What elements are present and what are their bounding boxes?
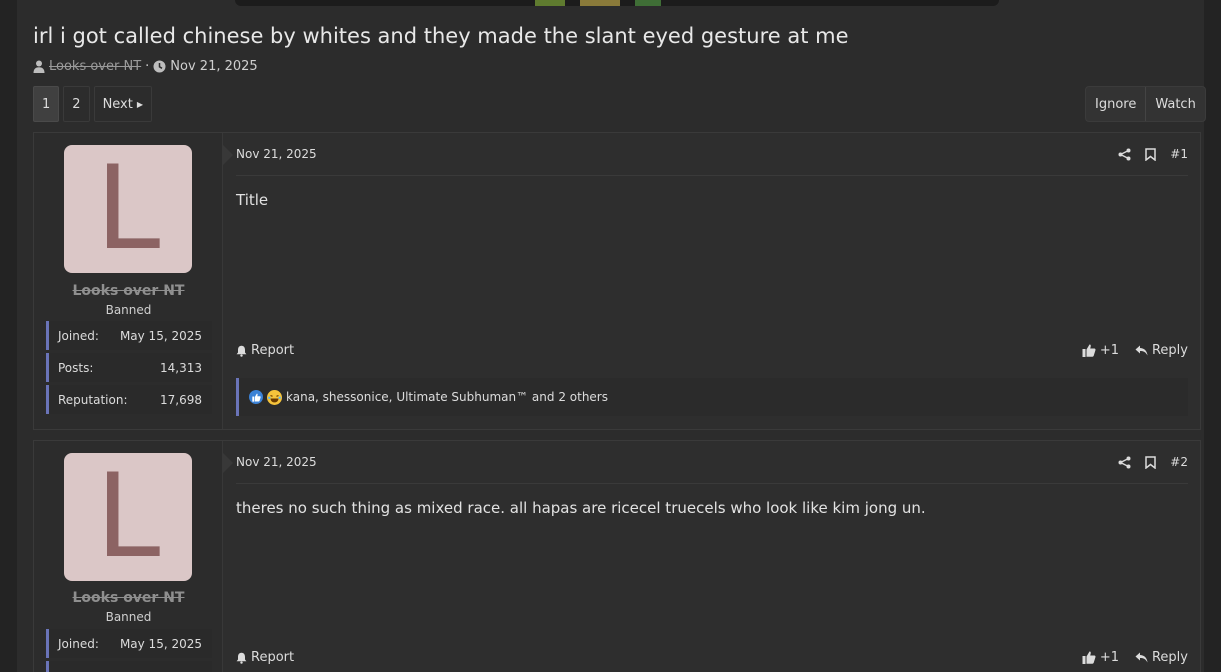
- avatar[interactable]: L: [64, 145, 192, 273]
- page-gutter-left: [0, 0, 17, 672]
- thread-date[interactable]: Nov 21, 2025: [170, 59, 257, 74]
- stat-reputation: Reputation: 17,698: [46, 385, 212, 414]
- bell-icon: [236, 345, 247, 357]
- reply-icon: [1135, 345, 1148, 356]
- report-label: Report: [251, 343, 295, 358]
- post-number-link[interactable]: #2: [1170, 455, 1188, 469]
- post-header-actions: #1: [1118, 147, 1188, 161]
- caret-right-icon: ▶: [136, 99, 144, 109]
- thread-title: irl i got called chinese by whites and t…: [33, 24, 849, 48]
- post-1: L Looks over NT Banned Joined: May 15, 2…: [33, 132, 1201, 430]
- ignore-button[interactable]: Ignore: [1086, 87, 1145, 121]
- post-footer: Report +1 Reply: [236, 650, 1188, 665]
- like-count: +1: [1099, 650, 1119, 665]
- report-label: Report: [251, 650, 295, 665]
- post-header: Nov 21, 2025 #1: [236, 133, 1188, 176]
- avatar[interactable]: L: [64, 453, 192, 581]
- share-icon[interactable]: [1118, 148, 1131, 161]
- post-header-actions: #2: [1118, 455, 1188, 469]
- thread-actions: Ignore Watch: [1085, 86, 1206, 122]
- stat-value: May 15, 2025: [119, 328, 202, 343]
- watch-button[interactable]: Watch: [1145, 87, 1204, 121]
- stat-label: Joined:: [58, 328, 99, 343]
- thread-author-link[interactable]: Looks over NT: [49, 59, 141, 74]
- reactions-bar[interactable]: kana, shessonice, Ultimate Subhuman™ and…: [236, 378, 1188, 416]
- header-banner-image: [235, 0, 999, 6]
- reply-button[interactable]: Reply: [1135, 650, 1188, 665]
- stat-posts: Posts: 14,313: [46, 353, 212, 382]
- reactions-users[interactable]: kana, shessonice, Ultimate Subhuman™ and…: [286, 390, 608, 404]
- reply-label: Reply: [1151, 650, 1188, 665]
- like-count: +1: [1099, 343, 1119, 358]
- next-page-button[interactable]: Next ▶: [93, 86, 153, 122]
- post-footer-actions: +1 Reply: [1082, 650, 1188, 665]
- post-user-panel: L Looks over NT Banned Joined: May 15, 2…: [34, 133, 223, 429]
- bookmark-icon[interactable]: [1145, 147, 1157, 161]
- stat-label: Reputation:: [58, 392, 128, 407]
- page-gutter-right: [1204, 0, 1221, 672]
- reply-icon: [1135, 652, 1148, 663]
- stat-label: Posts:: [58, 360, 94, 375]
- post-user-panel: L Looks over NT Banned Joined: May 15, 2…: [34, 441, 223, 672]
- user-stats: Joined: May 15, 2025: [46, 629, 212, 672]
- report-button[interactable]: Report: [236, 343, 294, 358]
- page-1-button[interactable]: 1: [33, 86, 60, 122]
- post-main: Nov 21, 2025 #2 theres no such thing as …: [224, 441, 1200, 672]
- post-main: Nov 21, 2025 #1 Title Report +1 Reply ka…: [224, 133, 1200, 429]
- stat-posts-partial: [46, 661, 212, 672]
- meta-separator: ·: [145, 59, 150, 74]
- post-footer-actions: +1 Reply: [1082, 343, 1188, 358]
- user-icon: [33, 60, 45, 73]
- post-body: Title: [236, 191, 269, 209]
- post-username[interactable]: Looks over NT: [34, 283, 223, 299]
- post-footer: Report +1 Reply: [236, 343, 1188, 358]
- thread-meta: Looks over NT · Nov 21, 2025: [33, 59, 258, 74]
- page-2-button[interactable]: 2: [63, 86, 90, 122]
- thumbs-up-icon: [1082, 344, 1096, 357]
- post-2: L Looks over NT Banned Joined: May 15, 2…: [33, 440, 1201, 672]
- stat-value: 14,313: [160, 360, 202, 375]
- post-header: Nov 21, 2025 #2: [236, 441, 1188, 484]
- post-body: theres no such thing as mixed race. all …: [236, 499, 926, 517]
- post-date[interactable]: Nov 21, 2025: [236, 455, 317, 469]
- thumbs-up-icon: [1082, 651, 1096, 664]
- user-title: Banned: [105, 303, 152, 317]
- report-button[interactable]: Report: [236, 650, 294, 665]
- like-reaction-icon: [249, 390, 263, 404]
- bookmark-icon[interactable]: [1145, 455, 1157, 469]
- haha-reaction-icon: [267, 389, 282, 405]
- clock-icon: [153, 60, 166, 73]
- stat-joined: Joined: May 15, 2025: [46, 629, 212, 658]
- reply-button[interactable]: Reply: [1135, 343, 1188, 358]
- stat-value: May 15, 2025: [119, 636, 202, 651]
- next-page-label: Next: [102, 96, 133, 112]
- share-icon[interactable]: [1118, 456, 1131, 469]
- stat-joined: Joined: May 15, 2025: [46, 321, 212, 350]
- reply-label: Reply: [1151, 343, 1188, 358]
- user-stats: Joined: May 15, 2025 Posts: 14,313 Reput…: [46, 321, 212, 417]
- like-button[interactable]: +1: [1082, 650, 1119, 665]
- like-button[interactable]: +1: [1082, 343, 1119, 358]
- user-title: Banned: [105, 610, 152, 624]
- post-number-link[interactable]: #1: [1170, 147, 1188, 161]
- post-date[interactable]: Nov 21, 2025: [236, 147, 317, 161]
- pagination: 1 2 Next ▶: [33, 86, 153, 122]
- post-username[interactable]: Looks over NT: [34, 590, 223, 606]
- bell-icon: [236, 652, 247, 664]
- stat-label: Joined:: [58, 636, 99, 651]
- stat-value: 17,698: [160, 392, 202, 407]
